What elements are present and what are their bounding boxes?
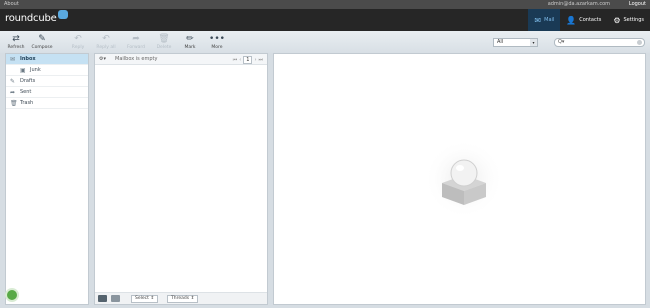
threads-view-icon[interactable] — [111, 295, 120, 302]
contacts-icon: 👤 — [566, 15, 577, 25]
list-options-icon[interactable]: ⚙▾ — [99, 54, 106, 64]
forward-label: Forward — [126, 45, 146, 50]
trash-icon: 🗑 — [158, 34, 170, 44]
prev-page-icon[interactable]: ‹ — [239, 55, 241, 65]
folder-trash[interactable]: 🗑 Trash — [6, 98, 88, 109]
delete-button[interactable]: 🗑 Delete — [152, 34, 176, 50]
sent-icon: ➦ — [10, 88, 16, 96]
mark-button[interactable]: ✏ Mark — [178, 34, 202, 50]
last-page-icon[interactable]: ⏭ — [258, 55, 263, 65]
inbox-icon: ✉ — [10, 55, 16, 63]
folder-trash-label: Trash — [20, 99, 34, 106]
trash-folder-icon: 🗑 — [10, 99, 18, 107]
folder-list: ✉ Inbox ▣ Junk ✎ Drafts ➦ Sent 🗑 Trash — [5, 53, 89, 305]
reply-all-label: Reply all — [96, 45, 116, 50]
task-settings[interactable]: ⚙ Settings — [607, 9, 650, 31]
forward-icon: ➦ — [132, 34, 140, 44]
more-button[interactable]: ••• More — [205, 34, 229, 50]
compose-button[interactable]: ✎ Compose — [30, 34, 54, 50]
logout-link[interactable]: Logout — [629, 1, 646, 7]
top-line: About admin@da.azarkam.com Logout — [0, 0, 650, 9]
threads-menu[interactable]: Threads ⇕ — [167, 295, 199, 303]
mail-icon: ✉ — [534, 15, 542, 25]
list-view-icon[interactable] — [98, 295, 107, 302]
task-mail-label: Mail — [544, 17, 555, 23]
reply-label: Reply — [71, 45, 85, 50]
logo-text: roundcube — [5, 13, 57, 24]
forward-button[interactable]: ➦ Forward — [124, 34, 148, 50]
taskbar: ✉ Mail 👤 Contacts ⚙ Settings — [528, 9, 650, 31]
task-contacts-label: Contacts — [579, 17, 602, 23]
chevron-down-icon: ▾ — [530, 39, 537, 46]
select-label: Select — [135, 296, 149, 301]
message-list-header: ⚙▾ Mailbox is empty ⏮ ‹ 1 › ⏭ — [95, 54, 267, 65]
filter-select[interactable]: All ▾ — [493, 38, 538, 47]
pagination: ⏮ ‹ 1 › ⏭ — [233, 55, 263, 65]
select-menu[interactable]: Select ⇕ — [131, 295, 159, 303]
folder-inbox-label: Inbox — [20, 55, 36, 62]
refresh-icon: ⇄ — [12, 34, 20, 44]
quota-indicator — [5, 288, 19, 302]
delete-label: Delete — [156, 45, 172, 50]
gear-icon: ⚙ — [613, 15, 621, 25]
roundcube-logo[interactable]: roundcube — [5, 10, 68, 24]
task-contacts[interactable]: 👤 Contacts — [560, 9, 607, 31]
folder-drafts[interactable]: ✎ Drafts — [6, 76, 88, 87]
refresh-label: Refresh — [7, 45, 25, 50]
threads-label: Threads — [171, 296, 190, 301]
reply-all-button[interactable]: ↶ Reply all — [94, 34, 118, 50]
reply-button[interactable]: ↶ Reply — [66, 34, 90, 50]
search-options[interactable]: Q▾ — [558, 39, 564, 45]
first-page-icon[interactable]: ⏮ — [233, 55, 238, 65]
compose-label: Compose — [31, 45, 53, 50]
mailbox-status: Mailbox is empty — [115, 56, 158, 62]
task-settings-label: Settings — [623, 17, 644, 23]
username: admin@da.azarkam.com — [547, 1, 610, 7]
junk-icon: ▣ — [20, 66, 26, 74]
folder-junk[interactable]: ▣ Junk — [6, 65, 88, 76]
drafts-icon: ✎ — [10, 77, 16, 85]
mark-icon: ✏ — [186, 34, 194, 44]
folder-junk-label: Junk — [30, 66, 41, 73]
message-preview — [273, 53, 646, 305]
more-label: More — [211, 45, 223, 50]
reply-all-icon: ↶ — [102, 34, 110, 44]
header: roundcube ✉ Mail 👤 Contacts ⚙ Settings — [0, 9, 650, 31]
page-number: 1 — [243, 56, 253, 64]
refresh-button[interactable]: ⇄ Refresh — [4, 34, 28, 50]
mark-label: Mark — [184, 45, 196, 50]
search-input[interactable]: Q▾ — [554, 38, 645, 47]
reply-icon: ↶ — [74, 34, 82, 44]
cube-icon — [57, 10, 68, 19]
message-list: ⚙▾ Mailbox is empty ⏮ ‹ 1 › ⏭ Select ⇕ T… — [94, 53, 268, 305]
clear-search-icon[interactable] — [637, 40, 642, 45]
filter-value: All — [497, 39, 504, 45]
more-icon: ••• — [209, 34, 225, 44]
message-list-footer: Select ⇕ Threads ⇕ — [95, 292, 267, 304]
folder-sent[interactable]: ➦ Sent — [6, 87, 88, 98]
folder-drafts-label: Drafts — [20, 77, 36, 84]
task-mail[interactable]: ✉ Mail — [528, 9, 561, 31]
next-page-icon[interactable]: › — [254, 55, 256, 65]
toolbar: ⇄ Refresh ✎ Compose ↶ Reply ↶ Reply all … — [0, 31, 650, 53]
compose-icon: ✎ — [38, 34, 46, 44]
folder-inbox[interactable]: ✉ Inbox — [6, 54, 88, 65]
roundcube-watermark-icon — [424, 139, 504, 219]
about-link[interactable]: About — [4, 1, 19, 7]
folder-sent-label: Sent — [20, 88, 32, 95]
